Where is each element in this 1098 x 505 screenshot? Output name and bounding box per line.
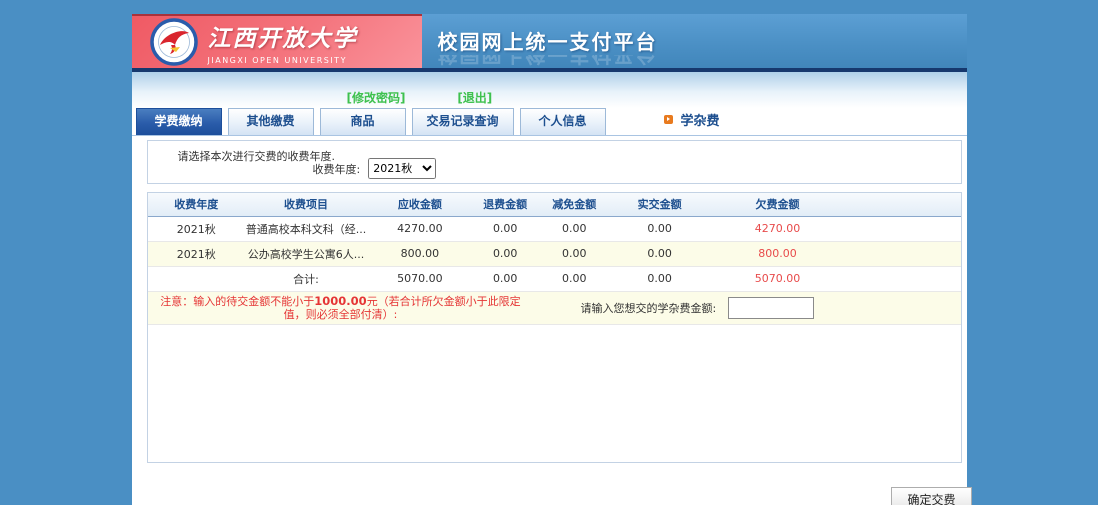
cell-owed: 5070.00 (708, 266, 846, 291)
col-header-item: 收费项目 (245, 193, 367, 216)
university-name-en: JIANGXI OPEN UNIVERSITY (208, 56, 358, 65)
col-header-owed: 欠费金额 (708, 193, 846, 216)
fee-table-header-row: 收费年度 收费项目 应收金额 退费金额 减免金额 实交金额 欠费金额 (148, 193, 961, 216)
tab-tuition-payment[interactable]: 学费缴纳 (136, 108, 222, 135)
header: 江西开放大学 JIANGXI OPEN UNIVERSITY 校园网上统一支付平… (132, 14, 967, 72)
cell-year: 2021秋 (148, 241, 246, 266)
cell-owed: 800.00 (708, 241, 846, 266)
fee-amount-input[interactable] (728, 297, 814, 319)
cell-receivable: 5070.00 (367, 266, 473, 291)
cell-year (148, 266, 246, 291)
year-select-row: 收费年度: 2021秋 (313, 158, 437, 179)
col-header-refund: 退费金额 (473, 193, 538, 216)
cell-paid: 0.00 (611, 266, 709, 291)
col-header-receivable: 应收金额 (367, 193, 473, 216)
platform-title: 校园网上统一支付平台 (438, 26, 967, 55)
confirm-payment-button[interactable]: 确定交费 (891, 487, 971, 505)
tab-other-payment[interactable]: 其他缴费 (228, 108, 314, 135)
payment-note: 注意：输入的待交金额不能小于1000.00元（若合计所欠金额小于此限定值，则必须… (156, 295, 526, 321)
tab-bar: 学费缴纳 其他缴费 商品 交易记录查询 个人信息 学杂费 (132, 108, 967, 136)
note-prefix: 注意：输入的待交金额不能小于 (160, 295, 314, 308)
university-names: 江西开放大学 JIANGXI OPEN UNIVERSITY (208, 19, 358, 65)
fee-section-label: 学杂费 (681, 110, 720, 129)
cell-paid: 0.00 (611, 216, 709, 241)
tab-transaction-records[interactable]: 交易记录查询 (412, 108, 514, 135)
cell-receivable: 800.00 (367, 241, 473, 266)
year-instruction: 请选择本次进行交费的收费年度. (178, 148, 336, 164)
fee-table-row: 2021秋 公办高校学生公寓6人... 800.00 0.00 0.00 0.0… (148, 241, 961, 266)
cell-refund: 0.00 (473, 216, 538, 241)
cell-owed: 4270.00 (708, 216, 846, 241)
col-header-paid: 实交金额 (611, 193, 709, 216)
account-links-bar: [修改密码] [退出] (132, 72, 967, 108)
payment-note-row: 注意：输入的待交金额不能小于1000.00元（若合计所欠金额小于此限定值，则必须… (148, 292, 961, 325)
cell-refund: 0.00 (473, 241, 538, 266)
cell-item: 普通高校本科文科（经... (245, 216, 367, 241)
university-banner: 江西开放大学 JIANGXI OPEN UNIVERSITY (132, 14, 422, 68)
platform-title-area: 校园网上统一支付平台 校园网上统一支付平台 (422, 14, 967, 68)
university-logo-icon (150, 18, 198, 66)
fee-table-total-row: 合计: 5070.00 0.00 0.00 0.00 5070.00 (148, 266, 961, 291)
cell-year: 2021秋 (148, 216, 246, 241)
fee-bullet-icon (664, 115, 673, 124)
confirm-row: 确定交费 (147, 487, 972, 505)
cell-reduction: 0.00 (538, 241, 611, 266)
col-header-reduction: 减免金额 (538, 193, 611, 216)
logout-link[interactable]: [退出] (457, 91, 492, 105)
cell-reduction: 0.00 (538, 266, 611, 291)
col-header-filler (847, 193, 961, 216)
main-panel: 江西开放大学 JIANGXI OPEN UNIVERSITY 校园网上统一支付平… (132, 14, 967, 505)
cell-paid: 0.00 (611, 241, 709, 266)
fee-section-indicator: 学杂费 (664, 110, 720, 129)
content-area: 请选择本次进行交费的收费年度. 收费年度: 2021秋 收费年度 收费项目 (132, 136, 967, 505)
fee-table-row: 2021秋 普通高校本科文科（经... 4270.00 0.00 0.00 0.… (148, 216, 961, 241)
year-select[interactable]: 2021秋 (368, 158, 436, 179)
fee-amount-label: 请输入您想交的学杂费金额: (581, 300, 717, 316)
fee-table-box: 收费年度 收费项目 应收金额 退费金额 减免金额 实交金额 欠费金额 2021秋… (147, 192, 962, 463)
cell-item: 公办高校学生公寓6人... (245, 241, 367, 266)
platform-title-reflection: 校园网上统一支付平台 (438, 55, 967, 68)
year-selection-box: 请选择本次进行交费的收费年度. 收费年度: 2021秋 (147, 140, 962, 184)
change-password-link[interactable]: [修改密码] (347, 91, 406, 105)
cell-refund: 0.00 (473, 266, 538, 291)
cell-receivable: 4270.00 (367, 216, 473, 241)
year-select-label: 收费年度: (313, 161, 361, 177)
tab-goods[interactable]: 商品 (320, 108, 406, 135)
note-min-amount: 1000.00 (314, 294, 366, 308)
cell-reduction: 0.00 (538, 216, 611, 241)
fee-table: 收费年度 收费项目 应收金额 退费金额 减免金额 实交金额 欠费金额 2021秋… (148, 193, 961, 292)
col-header-year: 收费年度 (148, 193, 246, 216)
university-name-cn: 江西开放大学 (208, 19, 358, 53)
cell-item: 合计: (245, 266, 367, 291)
tab-personal-info[interactable]: 个人信息 (520, 108, 606, 135)
